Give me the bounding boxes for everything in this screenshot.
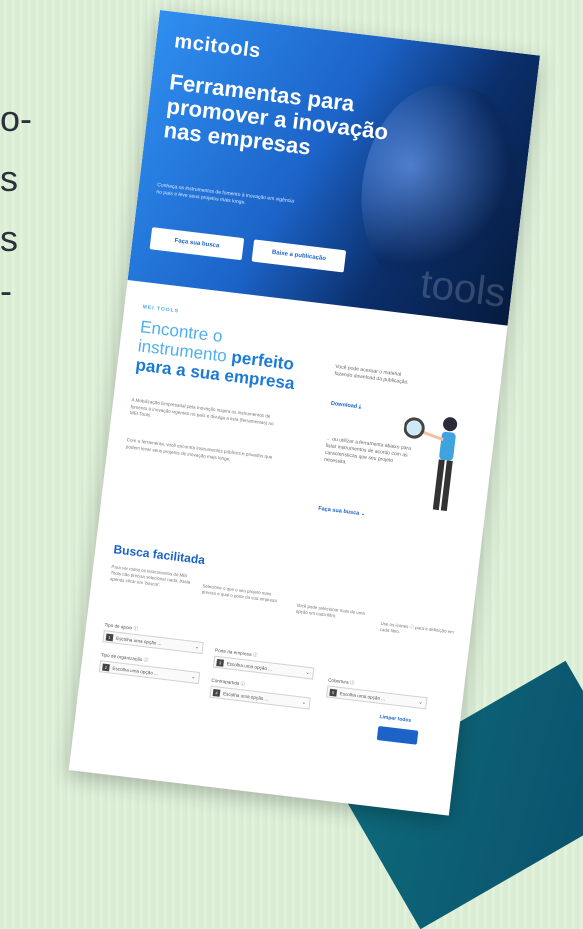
download-link[interactable]: Download ⤓	[330, 401, 361, 412]
search-link[interactable]: Faça sua busca ⌄	[318, 506, 366, 518]
search-submit-button[interactable]	[376, 726, 419, 745]
filter-value: Escolha uma opção ...	[115, 635, 162, 646]
hero-search-button[interactable]: Faça sua busca	[149, 227, 245, 261]
section-kicker: MEI TOOLS	[142, 304, 180, 315]
bg-fragment-4: -	[0, 270, 12, 311]
chevron-down-icon: ⌄	[301, 699, 307, 707]
busca-hint-3: Você pode selecionar mais de uma opção e…	[295, 602, 366, 619]
filter-number-badge: 2	[102, 663, 110, 671]
hero-banner: tools mcitools Ferramentas para promover…	[127, 10, 540, 326]
filter-number-badge: 5	[329, 688, 338, 697]
woman-magnifier-illustration	[403, 417, 458, 512]
site-logo[interactable]: mcitools	[173, 30, 262, 63]
section-paragraph-1: A Mobilização Empresarial pela Inovação …	[129, 397, 275, 426]
filter-select-porte[interactable]: 3 Escolha uma opção ... ⌄	[212, 655, 315, 680]
section-paragraph-2: Com a ferramenta, você encontra instrume…	[125, 437, 273, 462]
filter-select-tipo-organizacao[interactable]: 2 Escolha uma opção ... ⌄	[98, 660, 201, 685]
filter-select-cobertura[interactable]: 5 Escolha uma opção ... ⌄	[326, 685, 428, 710]
section-title: Encontre o instrumento perfeito para a s…	[135, 317, 302, 393]
bg-fragment-1: o-	[0, 98, 33, 139]
download-link-label: Download	[330, 400, 358, 410]
hero-subtitle: Conheça os instrumentos de fomento à ino…	[156, 182, 295, 206]
filter-number-badge: 3	[216, 658, 225, 667]
filter-select-tipo-apoio[interactable]: 1 Escolha uma opção ... ⌄	[102, 630, 204, 655]
filter-number-badge: 4	[212, 688, 221, 697]
hero-watermark: tools	[418, 261, 508, 316]
search-link-label: Faça sua busca	[317, 505, 360, 517]
busca-title: Busca facilitada	[112, 542, 206, 568]
busca-hint-4: Use os ícones ⓘ para a definição em cada…	[379, 620, 455, 635]
busca-hint-1: Para ver todos os instrumentos do MEI To…	[109, 564, 191, 588]
clear-all-link[interactable]: Limpar todos	[379, 714, 411, 724]
chevron-down-icon: ⌄	[418, 699, 424, 706]
download-icon: ⤓	[358, 404, 362, 411]
web-page-sheet: tools mcitools Ferramentas para promover…	[68, 10, 541, 816]
hero-title: Ferramentas para promover a inovação nas…	[162, 69, 390, 160]
filter-number-badge: 1	[105, 633, 114, 641]
download-description: Você pode acessar o material fazendo dow…	[334, 363, 410, 386]
chevron-down-icon: ⌄	[360, 510, 366, 518]
bg-fragment-3: s	[0, 218, 18, 259]
filter-select-contrapartida[interactable]: 4 Escolha uma opção ... ⌄	[209, 685, 311, 710]
printed-page-photo: tools mcitools Ferramentas para promover…	[68, 10, 541, 840]
bg-fragment-2: s	[0, 158, 18, 199]
hero-download-button[interactable]: Baixe a publicação	[251, 239, 347, 273]
filter-value: Escolha uma opção ...	[226, 660, 273, 672]
chevron-down-icon: ⌄	[305, 669, 311, 677]
filter-value: Escolha uma opção ...	[112, 665, 159, 676]
filter-value: Escolha uma opção ...	[222, 690, 269, 702]
busca-hint-2: Selecione o que o seu projeto mais preci…	[201, 583, 279, 604]
chevron-down-icon: ⌄	[194, 644, 200, 651]
chevron-down-icon: ⌄	[190, 674, 196, 681]
filter-value: Escolha uma opção ...	[339, 690, 386, 701]
